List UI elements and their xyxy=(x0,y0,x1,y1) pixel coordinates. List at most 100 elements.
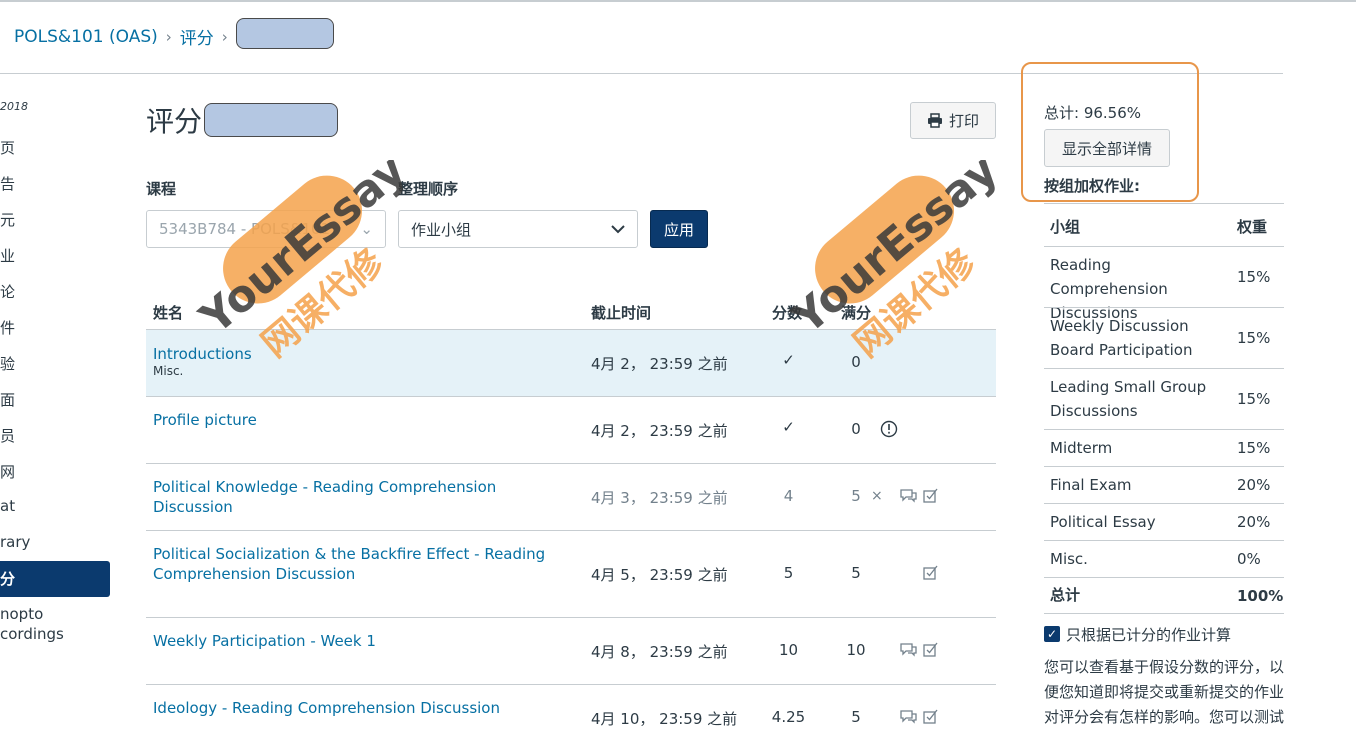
weight-column-header: 权重 xyxy=(1237,218,1268,236)
score: 5 xyxy=(783,564,794,582)
column-header-due[interactable]: 截止时间 xyxy=(591,302,651,323)
divider xyxy=(1044,613,1284,614)
graded-only-checkbox[interactable]: ✓ xyxy=(1044,626,1060,642)
divider xyxy=(1044,429,1284,430)
nav-item-panopto[interactable]: nopto xyxy=(0,605,43,623)
assignment-link[interactable]: Ideology - Reading Comprehension Discuss… xyxy=(153,698,573,718)
rubric-icon[interactable] xyxy=(923,488,938,503)
group-name: Leading Small Group Discussions xyxy=(1050,378,1207,420)
table-row: Weekly Participation - Week 1 4月 8， 23:5… xyxy=(146,618,996,685)
chevron-right-icon: › xyxy=(165,27,172,46)
group-name: Weekly Discussion Board Participation xyxy=(1050,317,1193,359)
nav-item-grades[interactable]: 分 xyxy=(0,561,110,597)
print-button[interactable]: 打印 xyxy=(910,102,996,139)
sort-order-value: 作业小组 xyxy=(411,220,472,239)
excluded-x-icon: × xyxy=(871,488,883,504)
column-header-name[interactable]: 姓名 xyxy=(153,302,183,323)
chevron-down-icon xyxy=(611,224,625,233)
watermark-brand: YourEssay xyxy=(782,160,1002,345)
nav-item-people[interactable]: 员 xyxy=(0,425,15,446)
nav-item-chat[interactable]: at xyxy=(0,497,15,515)
due-date: 4月 3， 23:59 之前 xyxy=(591,489,728,507)
annotation-highlight-box xyxy=(1021,62,1199,202)
nav-item-announcements[interactable]: 告 xyxy=(0,173,15,194)
score: 4 xyxy=(783,487,794,505)
nav-item-home[interactable]: 页 xyxy=(0,137,15,158)
checkmark-icon: ✓ xyxy=(782,351,795,369)
comment-icon[interactable] xyxy=(900,488,917,503)
score: 10 xyxy=(778,641,799,659)
course-filter-label: 课程 xyxy=(146,180,177,198)
column-header-score[interactable]: 分数 xyxy=(772,302,802,323)
group-name: Political Essay xyxy=(1050,513,1156,531)
rubric-icon[interactable] xyxy=(923,642,938,657)
points-possible: 5 xyxy=(851,708,861,726)
redacted-student-name xyxy=(235,18,334,49)
comment-icon[interactable] xyxy=(900,642,917,657)
rubric-icon[interactable] xyxy=(923,565,938,580)
page-title-text: 评分 xyxy=(146,105,203,138)
due-date: 4月 10， 23:59 之前 xyxy=(591,710,738,728)
group-weight: 15% xyxy=(1237,390,1271,408)
nav-item-library[interactable]: rary xyxy=(0,533,30,551)
assignment-group: Misc. xyxy=(153,364,184,378)
chevron-down-icon: ⌄ xyxy=(360,220,373,238)
divider xyxy=(1044,307,1284,308)
watermark-brand: YourEssay xyxy=(190,160,410,345)
nav-item-files[interactable]: 件 xyxy=(0,317,15,338)
top-border xyxy=(0,0,1356,2)
divider xyxy=(1044,203,1284,204)
total-label: 总计 xyxy=(1050,586,1081,604)
printer-icon xyxy=(927,113,942,128)
course-nav: 2018 页 告 元 业 论 件 验 面 员 网 at rary 分 nopto… xyxy=(0,0,112,734)
nav-item-assignments[interactable]: 业 xyxy=(0,245,15,266)
due-date: 4月 5， 23:59 之前 xyxy=(591,566,728,584)
nav-item-discussions[interactable]: 论 xyxy=(0,281,15,302)
nav-item-syllabus[interactable]: 网 xyxy=(0,461,15,482)
divider xyxy=(1044,503,1284,504)
group-weight: 0% xyxy=(1237,550,1261,568)
due-date: 4月 8， 23:59 之前 xyxy=(591,643,728,661)
course-term: 2018 xyxy=(0,100,28,113)
nav-item-recordings[interactable]: cordings xyxy=(0,625,64,643)
assignment-link[interactable]: Profile picture xyxy=(153,410,573,430)
assignment-link[interactable]: Political Socialization & the Backfire E… xyxy=(153,544,573,584)
group-weight: 15% xyxy=(1237,439,1271,457)
graded-only-label[interactable]: 只根据已计分的作业计算 xyxy=(1066,624,1231,645)
sort-order-select[interactable]: 作业小组 xyxy=(398,210,638,248)
nav-item-modules[interactable]: 元 xyxy=(0,209,15,230)
course-select-value: 5343B784 - POLS&101 xyxy=(159,220,331,238)
group-weight: 20% xyxy=(1237,476,1271,494)
total-weight: 100% xyxy=(1237,587,1284,605)
divider xyxy=(1044,368,1284,369)
column-header-total[interactable]: 满分 xyxy=(841,302,871,323)
divider xyxy=(1044,577,1284,578)
divider xyxy=(1044,466,1284,467)
group-name: Midterm xyxy=(1050,439,1113,457)
assignment-link[interactable]: Weekly Participation - Week 1 xyxy=(153,631,573,651)
page-title: 评分 xyxy=(146,100,339,140)
rubric-icon[interactable] xyxy=(923,709,938,724)
due-date: 4月 2， 23:59 之前 xyxy=(591,422,728,440)
points-possible: 10 xyxy=(846,641,866,659)
group-name: Final Exam xyxy=(1050,476,1132,494)
apply-button[interactable]: 应用 xyxy=(650,210,708,248)
table-row: Ideology - Reading Comprehension Discuss… xyxy=(146,685,996,734)
warning-circle-icon[interactable] xyxy=(880,420,898,438)
table-row: Profile picture 4月 2， 23:59 之前 ✓ 0 xyxy=(146,397,996,464)
divider xyxy=(1044,540,1284,541)
assignment-link[interactable]: Introductions xyxy=(153,344,573,364)
table-row: Political Socialization & the Backfire E… xyxy=(146,531,996,618)
nav-item-pages[interactable]: 面 xyxy=(0,389,15,410)
what-if-description: 您可以查看基于假设分数的评分，以便您知道即将提交或重新提交的作业对评分会有怎样的… xyxy=(1044,658,1285,734)
score: 4.25 xyxy=(771,708,806,726)
assignment-link[interactable]: Political Knowledge - Reading Comprehens… xyxy=(153,477,573,517)
comment-icon[interactable] xyxy=(900,709,917,724)
group-weight: 20% xyxy=(1237,513,1271,531)
redacted-name xyxy=(204,103,339,137)
points-possible: 5 xyxy=(851,564,861,582)
breadcrumb-grades-link[interactable]: 评分 xyxy=(180,24,214,49)
course-select[interactable]: 5343B784 - POLS&101 ⌄ xyxy=(146,210,386,248)
points-possible: 5 xyxy=(851,487,861,505)
nav-item-quizzes[interactable]: 验 xyxy=(0,353,15,374)
